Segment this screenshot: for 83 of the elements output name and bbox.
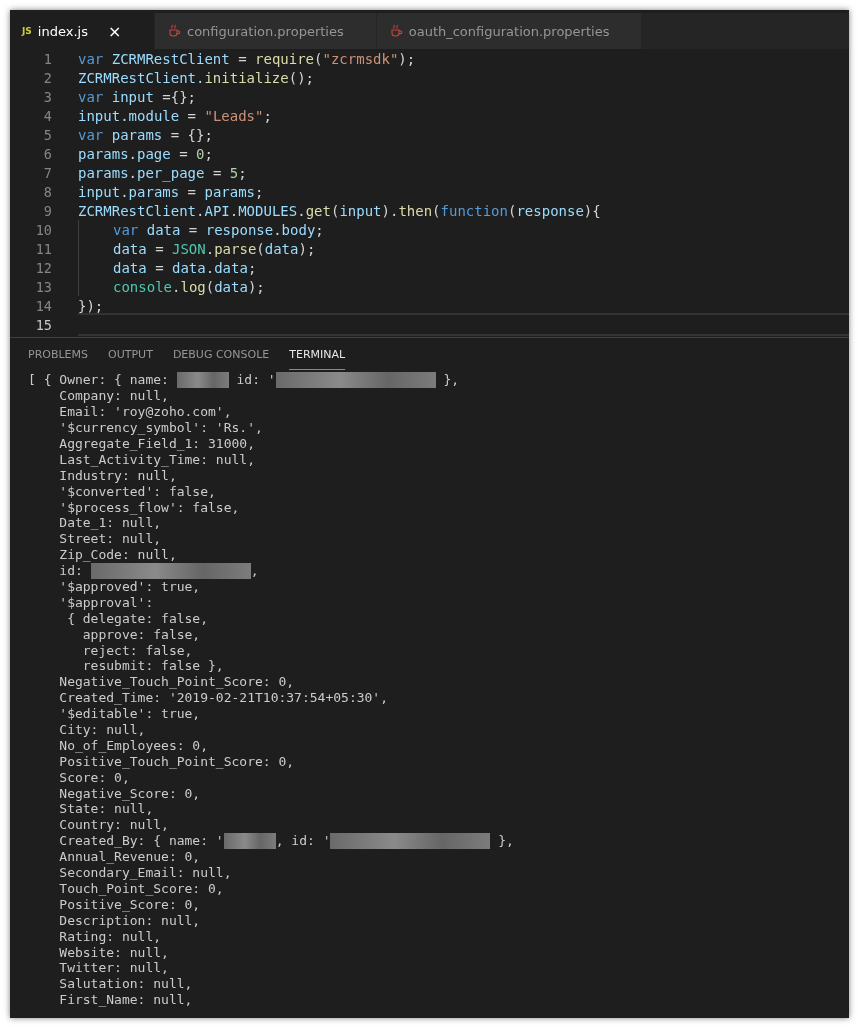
terminal-text: Description: null, (58, 912, 201, 928)
line-number: 9 (42, 202, 52, 219)
terminal-text: , (250, 563, 259, 579)
panel-tab[interactable]: DEBUG CONSOLE (172, 338, 270, 370)
terminal-text: First_Name: null, (58, 992, 193, 1008)
terminal-text: Street: null, (58, 531, 162, 547)
line-number: 6 (42, 145, 52, 162)
terminal-text: resubmit: false }, (81, 658, 224, 674)
line-number: 10 (34, 221, 52, 238)
terminal-text: No_of_Employees: 0, (58, 737, 208, 753)
line-number: 4 (42, 107, 52, 124)
line-number: 8 (42, 183, 52, 200)
panel-tab[interactable]: TERMINAL (289, 338, 346, 370)
code-line: ZCRMRestClient.initialize(); (78, 68, 316, 88)
panel-tab[interactable]: PROBLEMS (28, 338, 89, 370)
line-number: 12 (34, 259, 52, 276)
terminal-text: '$approval': (58, 594, 154, 610)
code-line: input.module = "Leads"; (78, 106, 273, 126)
terminal-text: Score: 0, (58, 769, 130, 785)
terminal-text: City: null, (58, 722, 146, 738)
terminal-text: Salutation: null, (58, 976, 193, 992)
code-line: var input ={}; (78, 87, 198, 107)
terminal-text: }, (497, 833, 514, 849)
line-number: 7 (42, 164, 52, 181)
terminal-text: Date_1: null, (58, 515, 162, 531)
terminal-text: { delegate: false, (66, 610, 208, 626)
terminal-text: id: (58, 563, 84, 579)
terminal-text: [ { Owner: { name: (28, 372, 170, 388)
line-number: 15 (34, 316, 52, 333)
code-line: params.page = 0; (78, 144, 214, 164)
terminal-text: Positive_Score: 0, (58, 896, 201, 912)
terminal-text: Twitter: null, (58, 960, 169, 976)
terminal-text: approve: false, (81, 626, 201, 642)
js-file-icon: JS (22, 26, 32, 36)
terminal-text: Industry: null, (58, 467, 177, 483)
line-number: 2 (42, 69, 52, 86)
line-number: 1 (42, 50, 52, 67)
terminal-text: Touch_Point_Score: 0, (58, 880, 224, 896)
editor-tab[interactable]: configuration.properties (155, 13, 377, 49)
line-number: 14 (34, 297, 52, 314)
redaction-blur (223, 832, 276, 849)
line-number: 13 (34, 278, 52, 295)
terminal-text: Negative_Score: 0, (58, 785, 201, 801)
redaction-blur (176, 371, 229, 388)
code-line: var params = {}; (78, 125, 214, 145)
editor-tab[interactable]: JS index.js × (10, 13, 155, 49)
terminal-text: Zip_Code: null, (58, 547, 177, 563)
terminal-text: Aggregate_Field_1: 31000, (58, 436, 255, 451)
terminal-text: id: ' (235, 372, 276, 388)
terminal-text: Website: null, (58, 944, 169, 960)
code-line: params.per_page = 5; (78, 163, 248, 184)
terminal-text: Email: 'roy@zoho.com', (58, 404, 232, 420)
line-number: 11 (34, 240, 52, 257)
line-number: 5 (42, 126, 52, 143)
terminal-text: Company: null, (58, 388, 169, 404)
terminal-text: Negative_Touch_Point_Score: 0, (58, 674, 295, 690)
cup-icon (167, 24, 181, 38)
terminal-text: Annual_Revenue: 0, (58, 849, 201, 865)
panel-tab[interactable]: OUTPUT (108, 338, 153, 370)
terminal-text: Rating: null, (58, 928, 162, 944)
terminal-text: , id: ' (275, 833, 331, 849)
terminal-text: '$currency_symbol': 'Rs.', (58, 420, 263, 436)
line-number: 3 (42, 88, 52, 105)
terminal-text: '$approved': true, (58, 579, 201, 594)
terminal-text: '$converted': false, (58, 483, 216, 499)
cup-icon (388, 24, 403, 38)
terminal-text: '$editable': true, (58, 706, 201, 722)
terminal-text: Created_By: { name: ' (58, 833, 224, 849)
code-line: var ZCRMRestClient = require("zcrmsdk"); (78, 49, 417, 69)
terminal-text: reject: false, (81, 642, 193, 658)
editor-tab[interactable]: oauth_configuration.properties (376, 13, 643, 49)
code-line: }); (78, 296, 105, 316)
code-line: input.params = params; (78, 182, 265, 202)
terminal-text: '$process_flow': false, (58, 499, 240, 515)
close-icon[interactable]: × (107, 21, 122, 41)
terminal-text: Created_Time: '2019-02-21T10:37:54+05:30', (58, 690, 389, 706)
terminal-text: Country: null, (58, 817, 169, 833)
terminal-text: }, (442, 372, 460, 388)
terminal-text: Secondary_Email: null, (58, 865, 232, 881)
terminal-text: Positive_Touch_Point_Score: 0, (58, 753, 295, 769)
code-line: ZCRMRestClient.API.MODULES.get(input).then(function(response){ (78, 201, 602, 221)
terminal-text: Last_Activity_Time: null, (58, 451, 255, 467)
terminal-text: State: null, (58, 801, 154, 817)
